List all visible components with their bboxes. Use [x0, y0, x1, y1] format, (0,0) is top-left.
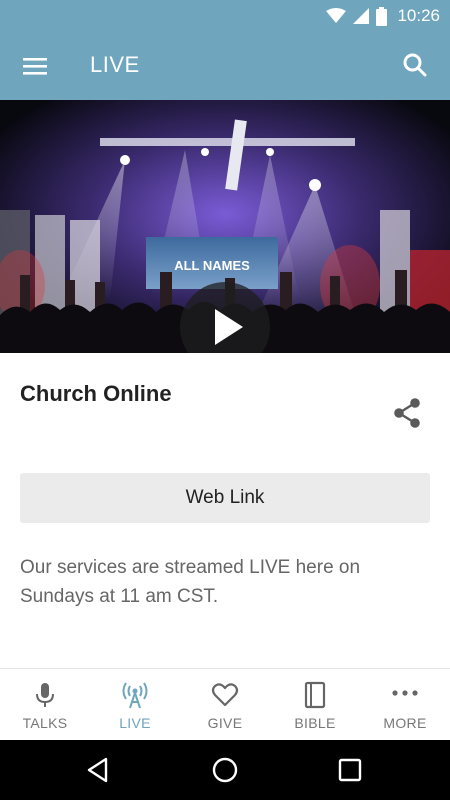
nav-label-bible: BIBLE — [294, 715, 336, 731]
share-icon[interactable] — [390, 396, 424, 430]
web-link-button[interactable]: Web Link — [20, 473, 430, 523]
cell-signal-icon — [352, 8, 370, 24]
back-icon[interactable] — [84, 755, 114, 785]
status-bar: 10:26 — [0, 0, 450, 32]
nav-tab-talks[interactable]: TALKS — [0, 669, 90, 741]
play-icon — [215, 309, 243, 345]
more-dots-icon — [392, 690, 418, 696]
nav-tab-more[interactable]: MORE — [360, 669, 450, 741]
content-title: Church Online — [20, 381, 172, 406]
broadcast-icon — [122, 682, 148, 709]
nav-label-talks: TALKS — [22, 715, 68, 731]
system-navigation-bar — [0, 740, 450, 800]
nav-tab-live[interactable]: LIVE — [90, 669, 180, 741]
nav-label-live: LIVE — [119, 715, 151, 731]
svg-text:ALL NAMES: ALL NAMES — [174, 258, 250, 273]
microphone-icon — [36, 683, 54, 707]
hamburger-menu-icon[interactable] — [22, 54, 48, 78]
play-button[interactable] — [180, 282, 270, 353]
live-video-player[interactable]: ALL NAMES — [0, 100, 450, 353]
nav-label-give: GIVE — [207, 715, 243, 731]
service-description: Our services are streamed LIVE here on S… — [20, 557, 361, 607]
status-time: 10:26 — [397, 6, 440, 25]
nav-label-more: MORE — [383, 715, 427, 731]
nav-tab-bible[interactable]: BIBLE — [270, 669, 360, 741]
book-icon — [304, 681, 326, 709]
heart-icon — [211, 683, 239, 707]
wifi-icon — [326, 8, 347, 24]
nav-tab-give[interactable]: GIVE — [180, 669, 270, 741]
bottom-navigation: TALKS LIVE GIVE BIBLE MORE — [0, 668, 450, 741]
page-title: LIVE — [90, 52, 140, 77]
recents-icon[interactable] — [335, 755, 365, 785]
battery-icon — [376, 6, 388, 26]
app-screen: 10:26 LIVE ALL NAMES Church Online Web L… — [0, 0, 450, 800]
app-bar: LIVE — [0, 32, 450, 100]
search-icon[interactable] — [402, 52, 428, 78]
home-icon[interactable] — [210, 755, 240, 785]
